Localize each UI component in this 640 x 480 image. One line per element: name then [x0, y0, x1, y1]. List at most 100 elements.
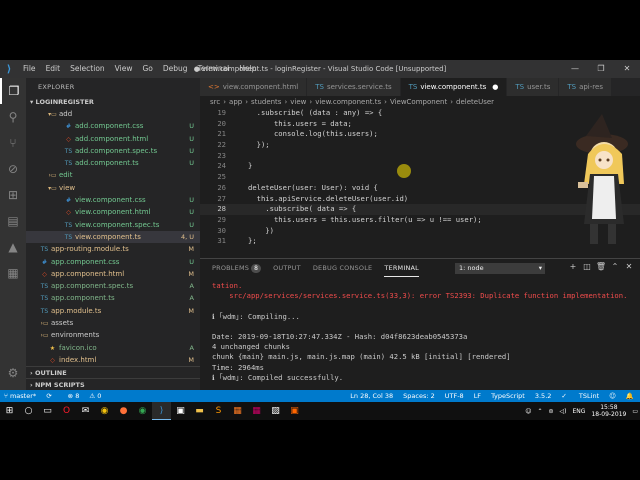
file-item[interactable]: TS app.component.ts A	[26, 292, 200, 304]
menu-edit[interactable]: Edit	[41, 60, 66, 78]
file-item[interactable]: TS view.component.ts 4, U	[26, 230, 200, 244]
firefox-icon[interactable]: ●	[114, 402, 133, 420]
file-item[interactable]: ◇ view.component.html U	[26, 206, 200, 218]
windows-start-icon[interactable]: ⊞	[0, 402, 19, 420]
folder-item[interactable]: ▾▭ view	[26, 182, 200, 194]
tslint-status[interactable]: ✓ TSLint	[561, 390, 599, 402]
file-item[interactable]: ★ favicon.ico A	[26, 342, 200, 354]
breadcrumb-item[interactable]: view.component.ts	[315, 98, 381, 106]
tab-output[interactable]: OUTPUT	[273, 259, 301, 277]
source-control-icon[interactable]: ⑂	[0, 130, 26, 156]
file-item[interactable]: # add.component.css U	[26, 120, 200, 132]
chrome-alt-icon[interactable]: ◉	[133, 402, 152, 420]
breadcrumb-item[interactable]: view	[290, 98, 306, 106]
maximize-panel-icon[interactable]: ⌃	[608, 262, 622, 271]
xampp-icon[interactable]: ▦	[228, 402, 247, 420]
menu-view[interactable]: View	[110, 60, 138, 78]
outline-section[interactable]: › OUTLINE	[26, 366, 200, 378]
azure-icon[interactable]: ▲	[0, 234, 26, 260]
unsaved-dot-icon[interactable]: ●	[492, 83, 498, 91]
menu-selection[interactable]: Selection	[65, 60, 110, 78]
breadcrumb-item[interactable]: deleteUser	[456, 98, 494, 106]
mail-icon[interactable]: ✉	[76, 402, 95, 420]
folder-item[interactable]: ▾▭ add	[26, 108, 200, 120]
file-item[interactable]: TS app-routing.module.ts M	[26, 243, 200, 255]
tab-view-component-html[interactable]: <> view.component.html	[200, 78, 308, 96]
file-item[interactable]: TS add.component.spec.ts U	[26, 145, 200, 157]
tray-chevron-icon[interactable]: ⌃	[537, 408, 542, 415]
file-explorer-icon[interactable]: ▬	[190, 402, 209, 420]
new-terminal-icon[interactable]: +	[566, 262, 580, 271]
extensions-icon[interactable]: ⊞	[0, 182, 26, 208]
terminal-select[interactable]: 1: node ▾	[455, 263, 545, 274]
media-icon[interactable]: ▦	[247, 402, 266, 420]
close-panel-icon[interactable]: ✕	[622, 262, 636, 271]
file-item[interactable]: ◇ add.component.html U	[26, 133, 200, 145]
notifications-icon[interactable]: 🔔	[626, 390, 634, 402]
terminal-output[interactable]: tation. src/app/services/services.servic…	[212, 281, 636, 383]
file-item[interactable]: TS app.component.spec.ts A	[26, 280, 200, 292]
cursor-position[interactable]: Ln 28, Col 38	[350, 390, 393, 402]
menu-help[interactable]: Help	[234, 60, 261, 78]
feedback-icon[interactable]: ☺	[609, 390, 616, 402]
file-item[interactable]: # view.component.css U	[26, 194, 200, 206]
sublime-icon[interactable]: S	[209, 402, 228, 420]
app-icon[interactable]: ▣	[171, 402, 190, 420]
file-item[interactable]: # app.component.css U	[26, 256, 200, 268]
git-branch[interactable]: ⑂ master* ⟳	[4, 390, 60, 402]
docker-icon[interactable]: ▦	[0, 260, 26, 286]
breadcrumb-item[interactable]: src	[210, 98, 220, 106]
search-icon[interactable]: ⚲	[0, 104, 26, 130]
task-view-icon[interactable]: ▭	[38, 402, 57, 420]
tab-services-service-ts[interactable]: TS services.service.ts	[307, 78, 401, 96]
volume-icon[interactable]: ◁)	[560, 408, 567, 415]
file-item[interactable]: TS add.component.ts U	[26, 157, 200, 169]
people-icon[interactable]: ☺	[525, 408, 531, 415]
search-icon[interactable]: ○	[19, 402, 38, 420]
tab-api-res[interactable]: TS api-res	[559, 78, 612, 96]
tab-view-component-ts[interactable]: TS view.component.ts ●	[400, 78, 508, 96]
trash-icon[interactable]: 🗑	[594, 262, 608, 271]
close-window-button[interactable]: ✕	[614, 60, 640, 78]
breadcrumb-item[interactable]: ViewComponent	[390, 98, 447, 106]
problems-status[interactable]: ⊗ 8 ⚠ 0	[68, 390, 110, 402]
breadcrumb-item[interactable]: app	[229, 98, 242, 106]
npm-scripts-section[interactable]: › NPM SCRIPTS	[26, 378, 200, 390]
encoding[interactable]: UTF-8	[445, 390, 464, 402]
split-terminal-icon[interactable]: ◫	[580, 262, 594, 271]
folder-item[interactable]: ›▭ assets	[26, 317, 200, 329]
tab-user-ts[interactable]: TS user.ts	[507, 78, 560, 96]
network-icon[interactable]: ⊜	[549, 408, 554, 415]
menu-file[interactable]: File	[18, 60, 41, 78]
taskbar-clock[interactable]: 15:58 18-09-2019	[591, 404, 626, 418]
tab-terminal[interactable]: TERMINAL	[384, 260, 419, 277]
menu-debug[interactable]: Debug	[158, 60, 193, 78]
file-item[interactable]: ◇ index.html M	[26, 354, 200, 366]
folder-item[interactable]: ›▭ environments	[26, 329, 200, 341]
tab-problems[interactable]: PROBLEMS 8	[212, 259, 262, 277]
explorer-icon[interactable]: ❐	[0, 78, 26, 104]
vscode-taskbar-icon[interactable]: ⟩	[152, 402, 171, 420]
remote-icon[interactable]: ▤	[0, 208, 26, 234]
tab-debug-console[interactable]: DEBUG CONSOLE	[313, 259, 373, 277]
project-section[interactable]: ▾ LOGINREGISTER	[26, 96, 200, 108]
file-item[interactable]: ◇ app.component.html M	[26, 268, 200, 280]
menu-go[interactable]: Go	[137, 60, 157, 78]
file-item[interactable]: TS view.component.spec.ts U	[26, 219, 200, 231]
debug-icon[interactable]: ⊘	[0, 156, 26, 182]
folder-item[interactable]: ›▭ edit	[26, 169, 200, 181]
chrome-icon[interactable]: ◉	[95, 402, 114, 420]
maximize-button[interactable]: ❐	[588, 60, 614, 78]
recorder-icon[interactable]: ▣	[285, 402, 304, 420]
opera-icon[interactable]: O	[57, 402, 76, 420]
menu-terminal[interactable]: Terminal	[193, 60, 235, 78]
notification-center-icon[interactable]: ▭	[632, 408, 638, 415]
ts-version[interactable]: 3.5.2	[535, 390, 552, 402]
indentation[interactable]: Spaces: 2	[403, 390, 435, 402]
language-mode[interactable]: TypeScript	[491, 390, 525, 402]
photos-icon[interactable]: ▨	[266, 402, 285, 420]
end-of-line[interactable]: LF	[474, 390, 481, 402]
language-indicator[interactable]: ENG	[573, 408, 586, 415]
settings-gear-icon[interactable]: ⚙	[0, 360, 26, 386]
file-item[interactable]: TS app.module.ts M	[26, 305, 200, 317]
